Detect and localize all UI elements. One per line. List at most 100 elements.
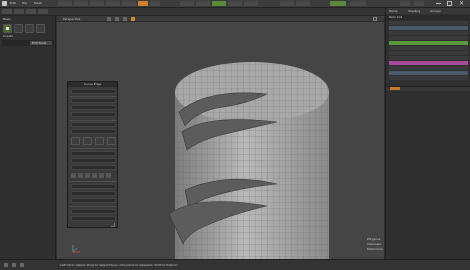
menu-edit[interactable]: Edit [10,2,16,5]
viewport-active-icon[interactable] [131,17,135,21]
viewport-info-deformers: Deformers [367,247,383,251]
properties-tab-icon[interactable] [390,87,400,90]
status-icon-3[interactable] [20,263,24,267]
option-field-2[interactable] [71,105,116,110]
layout-switch-button[interactable] [330,1,346,6]
item-list-header: Item List [386,15,470,20]
layout-button-3[interactable] [212,1,226,6]
viewport-option-icon[interactable] [107,17,111,21]
layout-button-1[interactable] [180,1,194,6]
tab-groups[interactable]: Groups [430,9,441,13]
list-item[interactable] [389,36,468,40]
left-panel-section: Create [3,34,13,38]
workspace-button[interactable] [350,1,366,6]
menu-file[interactable]: File [22,2,27,5]
tool-button-scale[interactable] [36,24,45,33]
viewport-view-label[interactable]: Perspective [63,17,80,21]
falloff-button[interactable] [122,1,136,6]
viewport-maximize-icon[interactable] [373,17,377,21]
list-item[interactable] [389,31,468,35]
tab-shading[interactable]: Shading [408,9,420,13]
render-button[interactable] [280,1,294,6]
viewport-info-channels: Channels [367,242,381,246]
edit-tools-label: Edit Tools [32,40,47,45]
panel-title: Curve Edge [84,82,102,86]
list-item[interactable] [389,46,468,50]
small-button-6[interactable] [106,173,111,178]
option-field-3[interactable] [71,112,116,117]
component-mode-button[interactable] [74,1,88,6]
action-center-button[interactable] [106,1,120,6]
status-icon-1[interactable] [4,263,8,267]
option-field-5[interactable] [71,129,116,134]
tool-icon-3[interactable] [95,137,104,145]
option-field-4[interactable] [71,122,116,127]
right-panel: Items Shading Groups Item List [385,8,470,259]
layout-button-5[interactable] [244,1,258,6]
list-item[interactable] [389,76,468,80]
option-field-6[interactable] [71,151,116,156]
viewport-shading-icon-2[interactable] [123,17,127,21]
tool-icon-1[interactable] [71,137,80,145]
layout-button-4[interactable] [228,1,242,6]
search-button[interactable] [400,1,410,6]
status-icon-2[interactable] [12,263,16,267]
list-item-highlight[interactable] [389,61,468,65]
option-field-1[interactable] [71,98,116,103]
tool-button-rotate[interactable] [25,24,34,33]
tool-button-move[interactable] [14,24,23,33]
option-field-12[interactable] [71,209,116,214]
top-menu-bar: Edit File Mesh ✕ [0,0,470,8]
panel-resize-icon[interactable] [111,223,115,227]
option-field-9[interactable] [71,184,116,189]
preview-button[interactable] [296,1,310,6]
tool-icon-4[interactable] [107,137,116,145]
small-button-row [71,173,116,178]
list-item[interactable] [389,26,468,30]
symmetry-button[interactable] [90,1,104,6]
tool-button-select[interactable] [3,24,12,33]
tool-icon-2[interactable] [83,137,92,145]
small-button-5[interactable] [99,173,104,178]
minimize-icon[interactable] [436,3,441,4]
left-tool-panel: Basic Create Edit Tools [0,16,56,259]
tab-items[interactable]: Items [389,9,397,13]
edit-tools-button[interactable]: Edit Tools [30,41,52,45]
layout-button-2[interactable] [196,1,210,6]
cursor-icon [6,27,9,30]
list-item[interactable] [389,71,468,75]
panel-title-bar[interactable]: Curve Edge [68,82,117,87]
menu-mesh[interactable]: Mesh [34,2,42,5]
status-bar: Left Click: Select, Drag to Select Faces… [0,259,470,270]
maximize-icon[interactable] [447,1,452,6]
mode-field[interactable] [71,89,116,94]
small-button-1[interactable] [71,173,76,178]
select-mode-button[interactable] [58,1,72,6]
snapping-button[interactable] [138,1,148,6]
small-button-4[interactable] [92,173,97,178]
viewport-shading-icon[interactable] [115,17,119,21]
curve-edge-panel: Curve Edge [67,81,118,228]
option-field-7[interactable] [71,158,116,163]
list-item[interactable] [389,66,468,70]
option-field-13[interactable] [71,216,116,221]
work-plane-button[interactable] [150,1,160,6]
list-item[interactable] [389,51,468,55]
app-logo-icon[interactable] [2,1,7,6]
list-item[interactable] [389,56,468,60]
help-button[interactable] [414,1,424,6]
divider [70,148,117,149]
list-item[interactable] [389,21,468,25]
strip-button-4[interactable] [38,9,48,14]
small-button-3[interactable] [85,173,90,178]
option-field-11[interactable] [71,198,116,203]
strip-button-2[interactable] [14,9,24,14]
strip-button-3[interactable] [26,9,36,14]
option-field-8[interactable] [71,165,116,170]
close-icon[interactable]: ✕ [459,1,465,7]
left-panel-tab[interactable]: Basic [3,18,11,21]
strip-button-1[interactable] [2,9,12,14]
small-button-2[interactable] [78,173,83,178]
option-field-10[interactable] [71,191,116,196]
list-item-selected[interactable] [389,41,468,45]
